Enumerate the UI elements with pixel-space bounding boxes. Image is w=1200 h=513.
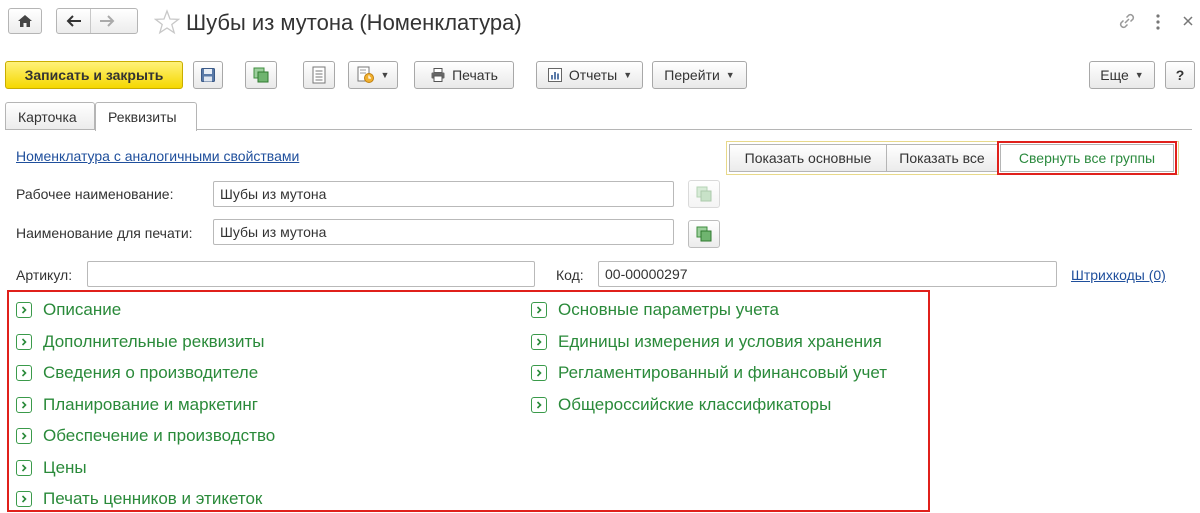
link-icon[interactable] <box>1116 10 1138 35</box>
group-title: Цены <box>43 457 87 477</box>
create-based-on-button[interactable]: ▼ <box>348 61 398 89</box>
work-name-field[interactable] <box>213 181 674 207</box>
chevron-right-icon <box>16 396 32 413</box>
code-label: Код: <box>556 267 584 283</box>
help-label: ? <box>1175 67 1185 83</box>
chevron-down-icon: ▼ <box>1134 70 1144 80</box>
chevron-down-icon: ▼ <box>725 70 735 80</box>
chevron-right-icon <box>16 459 32 476</box>
tab-requisites[interactable]: Реквизиты <box>95 102 197 131</box>
document-clock-icon <box>357 66 374 83</box>
report-icon <box>547 68 562 82</box>
arrow-left-icon <box>66 15 81 27</box>
forward-button[interactable] <box>90 9 123 33</box>
group-item[interactable]: Печать ценников и этикеток <box>16 489 262 509</box>
menu-dots-icon[interactable] <box>1154 12 1162 35</box>
group-item[interactable]: Единицы измерения и условия хранения <box>531 332 882 352</box>
group-title: Описание <box>43 300 122 319</box>
article-field[interactable] <box>87 261 535 287</box>
code-field[interactable] <box>598 261 1057 287</box>
copy-green-icon <box>253 67 269 83</box>
group-item[interactable]: Планирование и маркетинг <box>16 395 258 415</box>
reports-button[interactable]: Отчеты ▼ <box>536 61 643 89</box>
group-title: Обеспечение и производство <box>43 426 276 445</box>
show-all-label: Показать все <box>899 150 985 166</box>
print-button[interactable]: Печать <box>414 61 514 89</box>
more-button[interactable]: Еще ▼ <box>1089 61 1155 89</box>
group-title: Планирование и маркетинг <box>43 394 258 414</box>
history-nav <box>56 8 138 34</box>
work-name-label: Рабочее наименование: <box>16 186 174 202</box>
goto-button[interactable]: Перейти ▼ <box>652 61 747 89</box>
group-title: Регламентированный и финансовый учет <box>558 363 888 382</box>
group-item[interactable]: Дополнительные реквизиты <box>16 332 264 352</box>
print-name-field[interactable] <box>213 219 674 245</box>
chevron-right-icon <box>531 333 547 350</box>
tab-card-label: Карточка <box>18 108 77 125</box>
group-title: Дополнительные реквизиты <box>43 331 265 351</box>
chevron-right-icon <box>16 302 32 318</box>
group-title: Общероссийские классификаторы <box>558 394 832 414</box>
group-title: Сведения о производителе <box>43 363 259 382</box>
work-name-copy-button[interactable] <box>688 180 720 208</box>
copy-record-button[interactable] <box>245 61 277 89</box>
more-label: Еще <box>1100 67 1129 83</box>
chevron-right-icon <box>531 302 547 318</box>
chevron-right-icon <box>16 333 32 350</box>
show-main-button[interactable]: Показать основные <box>729 144 887 172</box>
save-and-close-label: Записать и закрыть <box>24 67 164 83</box>
page-title: Шубы из мутона (Номенклатура) <box>186 10 522 35</box>
copy-green-icon <box>696 226 712 242</box>
chevron-right-icon <box>531 396 547 413</box>
print-name-label: Наименование для печати: <box>16 225 193 241</box>
reports-label: Отчеты <box>568 67 618 83</box>
similar-items-link[interactable]: Номенклатура с аналогичными свойствами <box>16 148 299 164</box>
print-name-copy-button[interactable] <box>688 220 720 248</box>
back-button[interactable] <box>57 9 90 33</box>
group-item[interactable]: Обеспечение и производство <box>16 426 275 446</box>
chevron-right-icon <box>531 365 547 381</box>
group-title: Единицы измерения и условия хранения <box>558 331 882 351</box>
favorite-star-icon[interactable] <box>153 9 181 38</box>
tab-card[interactable]: Карточка <box>5 102 95 130</box>
show-main-label: Показать основные <box>744 150 872 166</box>
chevron-down-icon: ▼ <box>380 70 390 80</box>
chevron-right-icon <box>16 365 32 381</box>
group-item[interactable]: Описание <box>16 300 121 320</box>
home-button[interactable] <box>8 8 42 34</box>
group-item[interactable]: Общероссийские классификаторы <box>531 395 831 415</box>
save-and-close-button[interactable]: Записать и закрыть <box>5 61 183 89</box>
arrow-right-icon <box>100 15 115 27</box>
group-item[interactable]: Регламентированный и финансовый учет <box>531 363 887 383</box>
collapse-highlight-frame <box>997 141 1177 175</box>
help-button[interactable]: ? <box>1165 61 1195 89</box>
article-label: Артикул: <box>16 267 73 283</box>
copy-green-icon <box>696 186 712 202</box>
close-icon[interactable] <box>1181 14 1195 31</box>
barcodes-link[interactable]: Штрихкоды (0) <box>1071 267 1166 283</box>
home-icon <box>18 15 32 27</box>
list-button[interactable] <box>303 61 335 89</box>
group-item[interactable]: Цены <box>16 458 87 478</box>
print-label: Печать <box>452 67 498 83</box>
document-list-icon <box>312 66 326 84</box>
tab-underline-gap <box>96 129 196 130</box>
chevron-right-icon <box>16 428 32 444</box>
goto-label: Перейти <box>664 67 720 83</box>
chevron-right-icon <box>16 491 32 507</box>
chevron-down-icon: ▼ <box>623 70 633 80</box>
printer-icon <box>431 68 445 82</box>
floppy-disk-icon <box>201 68 215 82</box>
tab-requisites-label: Реквизиты <box>108 109 177 125</box>
save-button[interactable] <box>193 61 223 89</box>
group-item[interactable]: Сведения о производителе <box>16 363 258 383</box>
show-all-button[interactable]: Показать все <box>886 144 998 172</box>
group-title: Печать ценников и этикеток <box>43 489 263 508</box>
group-item[interactable]: Основные параметры учета <box>531 300 779 320</box>
group-title: Основные параметры учета <box>558 300 780 319</box>
